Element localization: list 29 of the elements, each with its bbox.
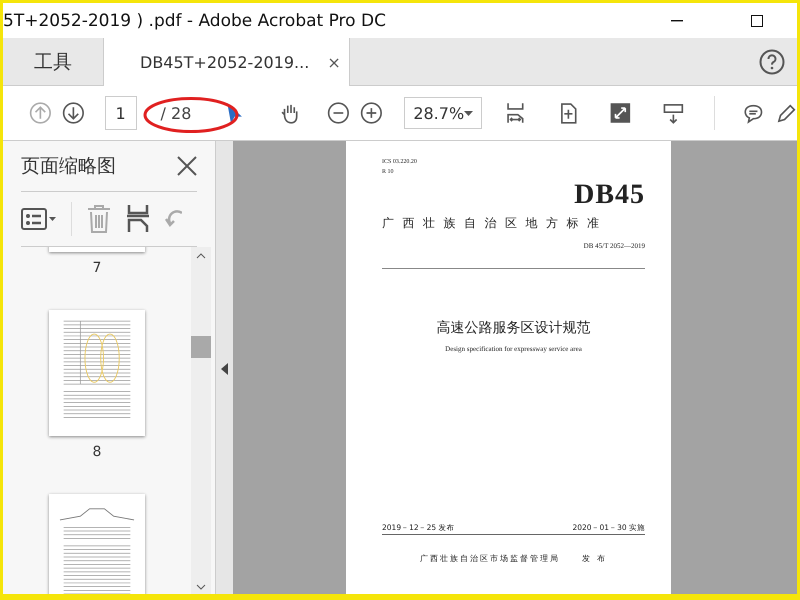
thumbnail-options-icon[interactable] (21, 207, 57, 231)
help-icon[interactable] (759, 48, 785, 74)
scrollbar-thumb[interactable] (191, 336, 211, 358)
page-label: 7 (92, 260, 102, 276)
scrollbar[interactable] (191, 247, 211, 594)
document-title: 高速公路服务区设计规范 (436, 319, 592, 337)
publisher: 广西壮族自治区市场监督管理局 (420, 553, 560, 564)
maximize-icon[interactable] (751, 14, 763, 26)
page-number-field[interactable]: 1 (104, 96, 137, 130)
publish-label: 发 布 (582, 553, 607, 564)
page-total: / 28 (160, 102, 192, 124)
tab[interactable]: DB45T+2052-2019... × (103, 38, 350, 86)
page-thumbnail[interactable] (49, 310, 145, 436)
authority-title: 广西壮族自治区地方标准 (382, 215, 608, 232)
scroll-up-icon[interactable] (196, 253, 206, 259)
scroll-down-icon[interactable] (196, 584, 206, 590)
page-thumbnail[interactable] (49, 494, 145, 594)
page-split-icon[interactable] (126, 204, 150, 234)
window-title: 5T+2052-2019 ) .pdf - Adobe Acrobat Pro DC (3, 10, 387, 30)
standard-logo: DB45 (573, 179, 645, 211)
close-tab-icon[interactable]: × (327, 52, 341, 72)
tab[interactable]: 工具 (3, 38, 103, 85)
close-icon[interactable] (177, 156, 197, 176)
zoom-dropdown[interactable]: 28.7% (404, 97, 482, 129)
caret-icon[interactable] (464, 110, 474, 116)
panel-title: 页面缩略图 (21, 154, 116, 179)
page-label: 8 (92, 444, 102, 460)
minimize-icon[interactable] (671, 20, 683, 22)
collapse-icon[interactable] (221, 362, 228, 374)
